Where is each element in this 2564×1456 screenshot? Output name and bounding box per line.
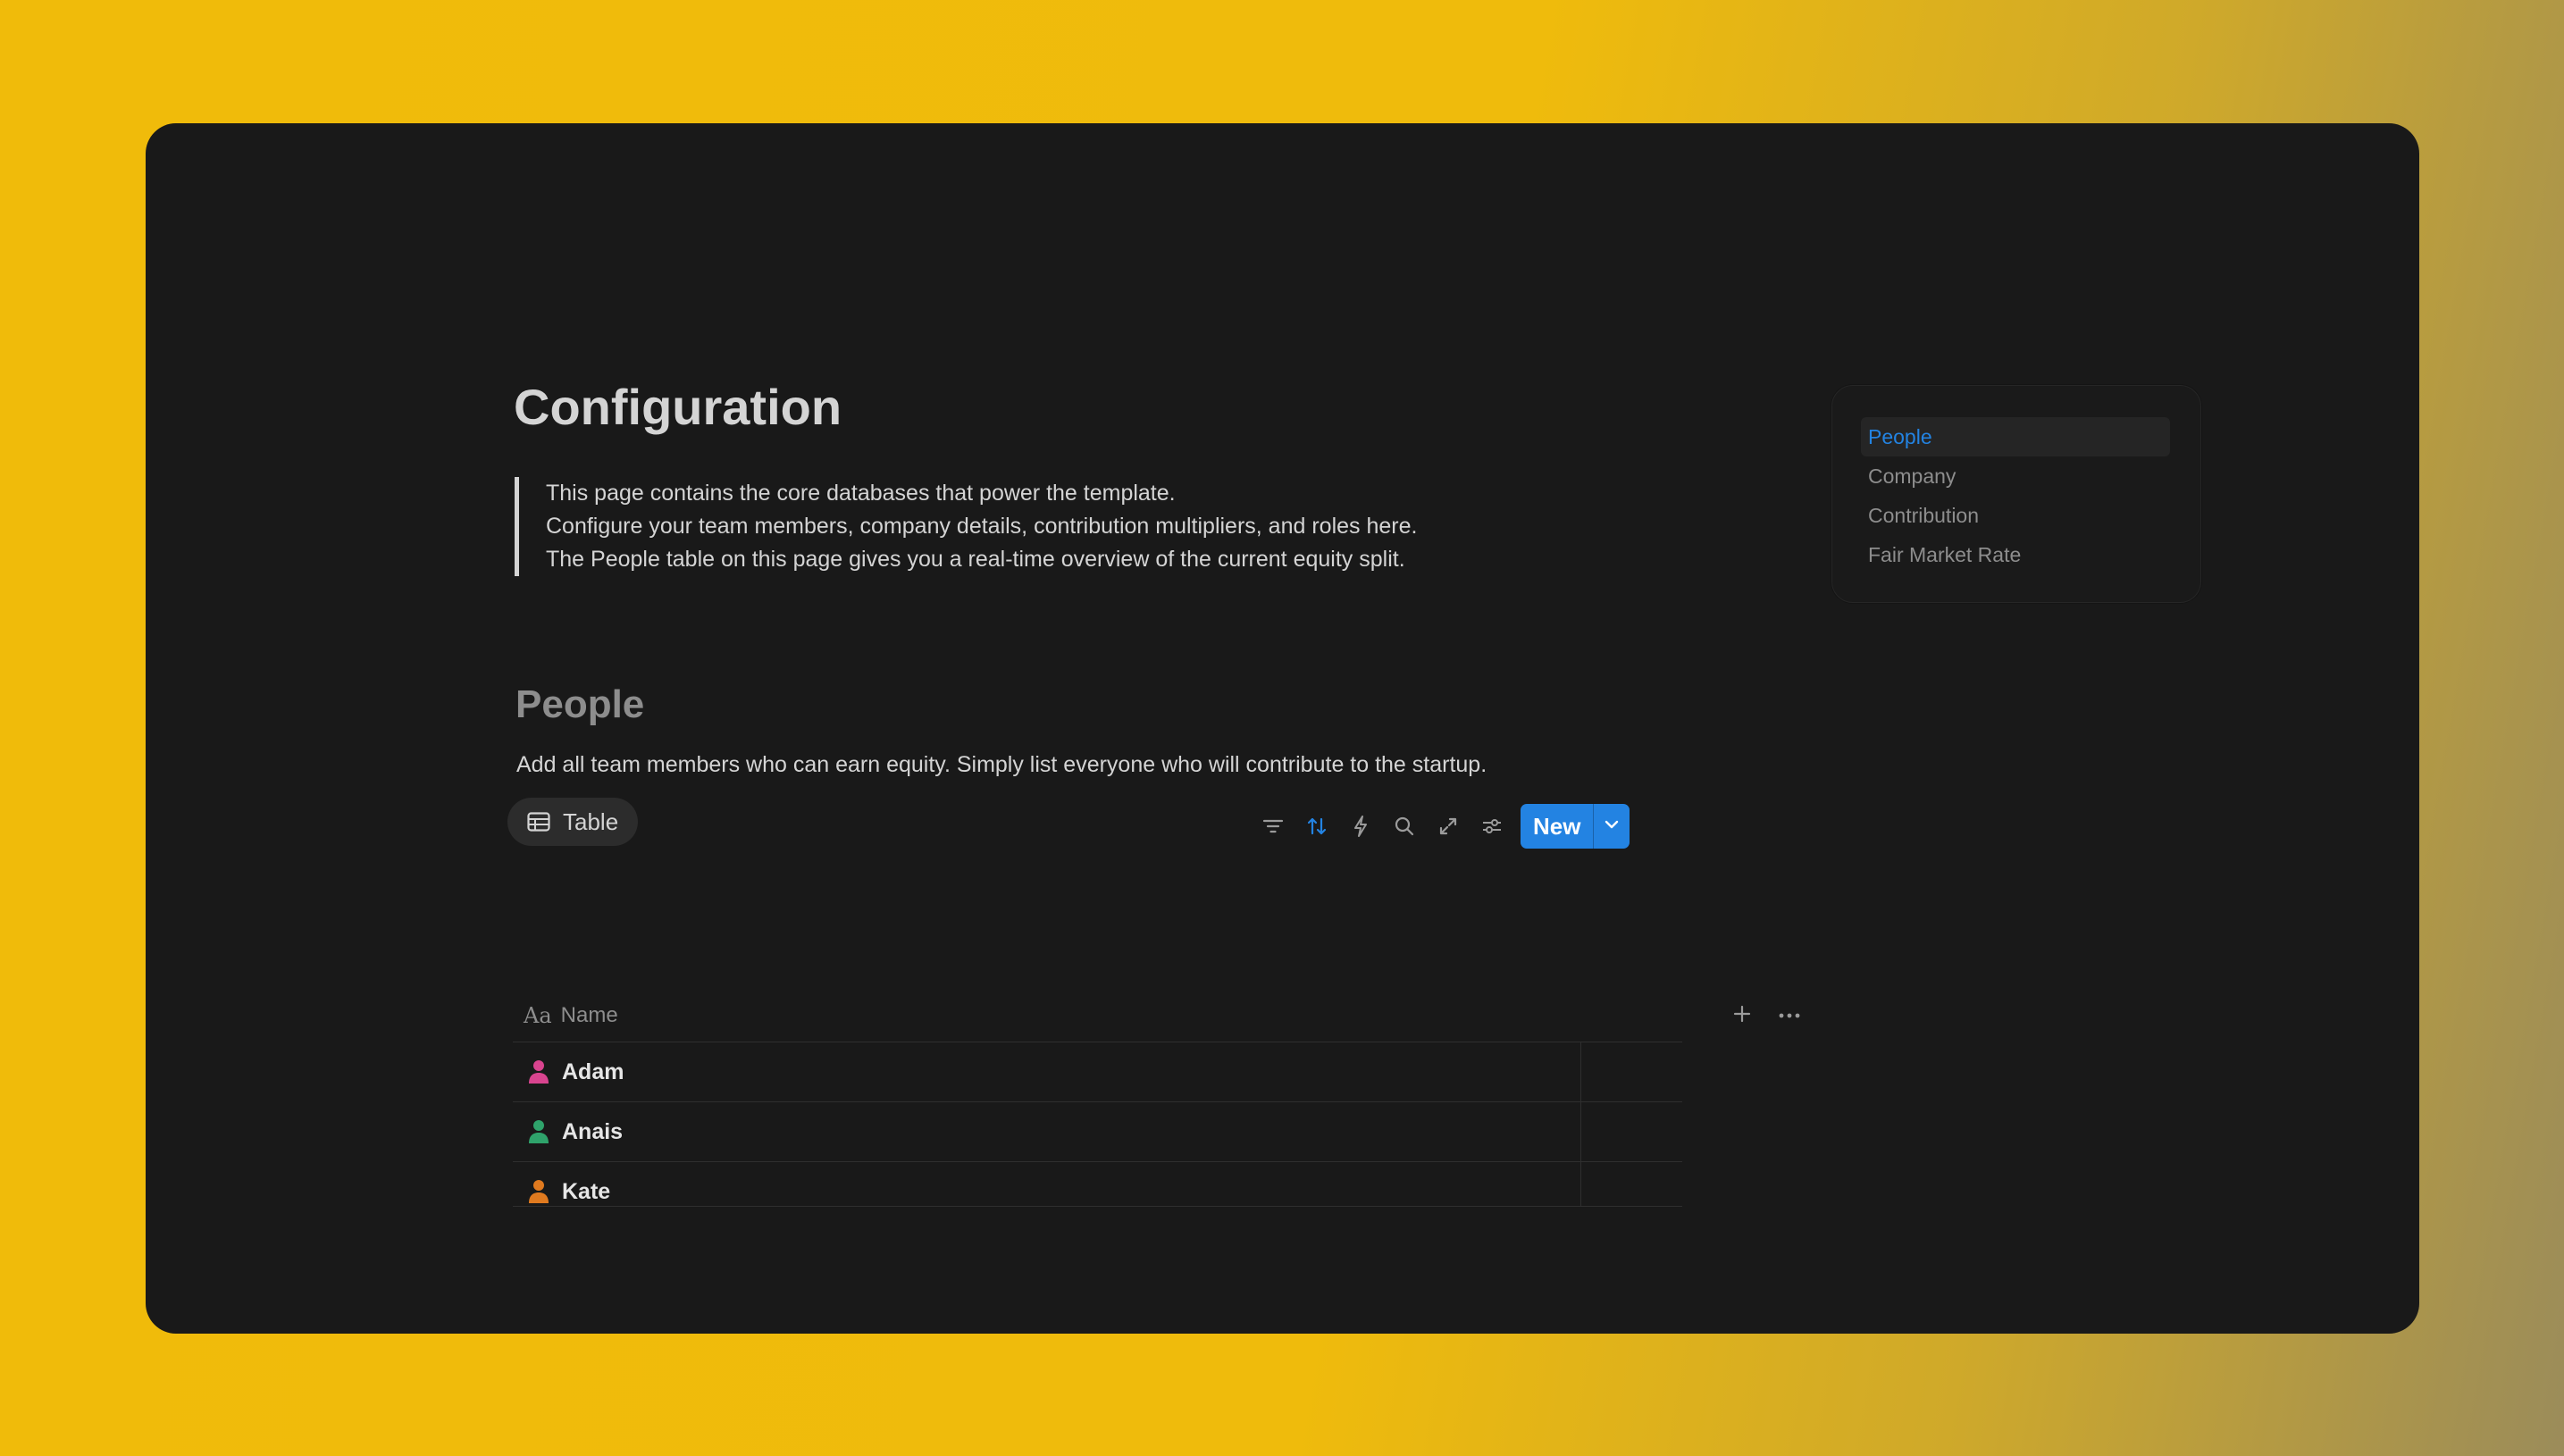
automation-button[interactable]	[1338, 808, 1382, 844]
person-icon	[528, 1119, 549, 1144]
view-settings-button[interactable]	[1470, 808, 1513, 844]
database-toolbar: New	[1251, 804, 1630, 849]
sort-button[interactable]	[1295, 808, 1338, 844]
page-title: Configuration	[514, 379, 842, 435]
text-property-icon: Aa	[524, 1003, 552, 1028]
table-row[interactable]: Anais	[513, 1102, 1682, 1162]
name-column-header[interactable]: Name	[561, 1003, 618, 1028]
row-name[interactable]: Adam	[562, 1059, 624, 1085]
add-property-button[interactable]	[1732, 1004, 1752, 1028]
row-name[interactable]: Anais	[562, 1119, 623, 1145]
search-icon	[1394, 816, 1415, 837]
table-header: Aa Name	[513, 990, 1800, 1042]
app-window: Configuration This page contains the cor…	[146, 123, 2419, 1334]
person-icon	[528, 1059, 549, 1084]
callout-line-1: This page contains the core databases th…	[546, 481, 1176, 506]
settings-icon	[1481, 816, 1503, 836]
table-of-contents: People Company Contribution Fair Market …	[1831, 385, 2201, 603]
toc-item-fair-market-rate[interactable]: Fair Market Rate	[1861, 535, 2170, 574]
chevron-down-icon	[1604, 818, 1620, 834]
more-icon	[1779, 1008, 1800, 1023]
filter-icon	[1262, 817, 1284, 835]
people-section-description: Add all team members who can earn equity…	[516, 752, 1487, 777]
cell-divider	[1580, 1102, 1581, 1161]
cell-divider	[1580, 1162, 1581, 1206]
toc-item-contribution[interactable]: Contribution	[1861, 496, 2170, 535]
plus-icon	[1732, 1005, 1752, 1027]
automation-icon	[1352, 815, 1370, 838]
table-icon	[527, 812, 550, 832]
new-button-group: New	[1521, 804, 1630, 849]
new-button[interactable]: New	[1521, 804, 1593, 849]
people-section-title: People	[515, 682, 645, 726]
callout-quote: This page contains the core databases th…	[515, 477, 1707, 576]
search-button[interactable]	[1382, 808, 1426, 844]
sort-icon	[1306, 816, 1328, 837]
callout-line-3: The People table on this page gives you …	[546, 547, 1405, 572]
toc-item-people[interactable]: People	[1861, 417, 2170, 456]
table-view-tab[interactable]: Table	[507, 798, 639, 846]
person-icon	[528, 1179, 549, 1204]
expand-icon	[1438, 816, 1458, 836]
callout-line-2: Configure your team members, company det…	[546, 514, 1418, 539]
people-table: Aa Name Adam Anais Kate	[513, 990, 1800, 1207]
table-view-label: Table	[563, 807, 619, 835]
table-row[interactable]: Adam	[513, 1042, 1682, 1102]
new-dropdown-button[interactable]	[1593, 804, 1630, 849]
filter-button[interactable]	[1251, 808, 1295, 844]
expand-button[interactable]	[1426, 808, 1470, 844]
table-row[interactable]: Kate	[513, 1162, 1682, 1207]
row-name[interactable]: Kate	[562, 1179, 610, 1205]
more-options-button[interactable]	[1779, 1008, 1800, 1024]
cell-divider	[1580, 1042, 1581, 1101]
toc-item-company[interactable]: Company	[1861, 456, 2170, 496]
